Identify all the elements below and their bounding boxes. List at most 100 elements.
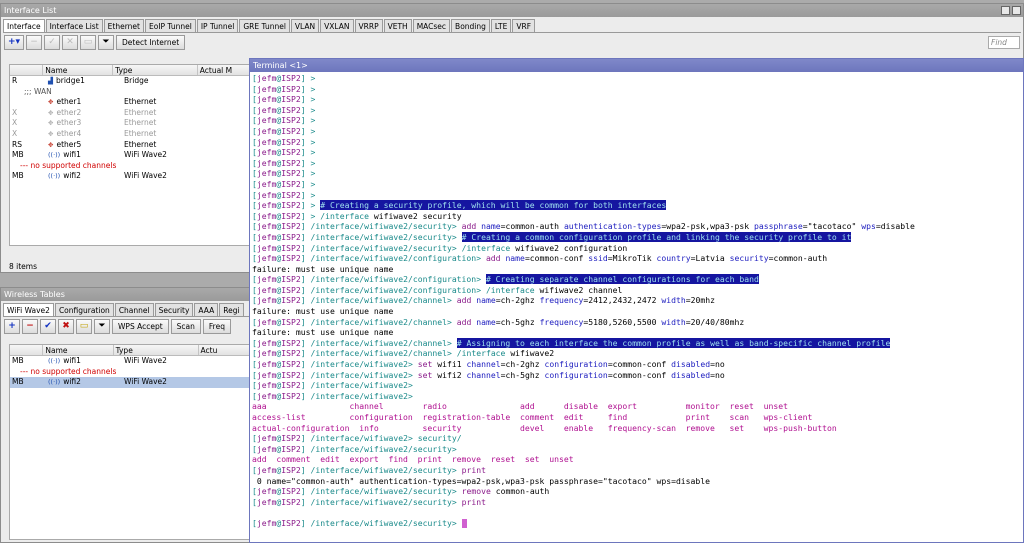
tab-gre-tunnel[interactable]: GRE Tunnel (239, 19, 290, 32)
tab-vlan[interactable]: VLAN (290, 19, 320, 32)
tab-macsec[interactable]: MACsec (412, 19, 451, 32)
comment-icon[interactable]: ▭ (80, 35, 96, 50)
prompt-bracket: ] (300, 359, 311, 370)
filter-icon[interactable]: ⏷ (98, 35, 114, 50)
prompt-host: ISP2 (281, 337, 301, 348)
terminal-line: [jefm@ISP2] /interface/wifiwave2/securit… (252, 518, 1023, 529)
command-text: security/ (418, 433, 462, 443)
remove-icon[interactable]: − (22, 319, 38, 334)
command-text: add name=common-auth authentication-type… (462, 221, 915, 231)
column-header[interactable] (10, 345, 44, 355)
column-header[interactable]: Name (43, 65, 114, 75)
prompt-user: jefm (256, 253, 277, 264)
tab-vrrp[interactable]: VRRP (354, 19, 383, 32)
prompt-symbol: > (407, 380, 418, 391)
table-row[interactable]: X ✥ ether2 Ethernet (10, 108, 253, 119)
argument-name: width (661, 316, 686, 327)
terminal-output[interactable]: [jefm@ISP2] > [jefm@ISP2] > [jefm@ISP2] … (250, 72, 1023, 529)
prompt-path: /interface/wifiwave2/configuration (310, 253, 477, 264)
terminal-line: [jefm@ISP2] > (252, 179, 1023, 190)
prompt-host: ISP2 (281, 359, 301, 370)
wps-accept-button[interactable]: WPS Accept (112, 319, 169, 334)
disable-icon[interactable]: ✕ (62, 35, 78, 50)
prompt-host: ISP2 (281, 83, 301, 94)
column-header[interactable]: Name (43, 345, 114, 355)
table-row[interactable]: R ▟ bridge1 Bridge (10, 76, 253, 87)
prompt-user: jefm (256, 147, 277, 158)
row-name: ✥ ether2 (48, 107, 82, 117)
terminal-line: failure: must use unique name (252, 264, 1023, 275)
column-header[interactable]: Type (113, 65, 198, 75)
table-row[interactable]: MB ((·)) wifi2 WiFi Wave2 (10, 377, 253, 388)
prompt-symbol: > (310, 83, 321, 94)
terminal-cursor[interactable] (461, 518, 467, 528)
terminal-window[interactable]: Terminal <1> [jefm@ISP2] > [jefm@ISP2] >… (249, 58, 1024, 543)
tab-bonding[interactable]: Bonding (451, 19, 490, 32)
detect-internet-button[interactable]: Detect Internet (116, 35, 186, 50)
prompt-host: ISP2 (281, 486, 301, 497)
enable-icon[interactable]: ✔ (40, 319, 56, 334)
tab-regi[interactable]: Regi (219, 303, 244, 316)
tab-wifi-wave2[interactable]: WiFi Wave2 (3, 303, 54, 316)
prompt-symbol: > (451, 486, 462, 497)
tab-veth[interactable]: VETH (383, 19, 412, 32)
tab-ethernet[interactable]: Ethernet (103, 19, 144, 32)
table-row[interactable]: MB ((·)) wifi1 WiFi Wave2 (10, 150, 253, 161)
tab-configuration[interactable]: Configuration (54, 303, 114, 316)
tab-interface[interactable]: Interface (3, 19, 45, 32)
table-row[interactable]: MB ((·)) wifi1 WiFi Wave2 (10, 356, 253, 367)
prompt-user: jefm (256, 443, 277, 454)
tab-interface-list[interactable]: Interface List (45, 19, 103, 32)
prompt-symbol: > (451, 231, 462, 242)
tab-vrf[interactable]: VRF (512, 19, 536, 32)
command-output: failure: must use unique name (252, 327, 394, 338)
scan-button[interactable]: Scan (170, 319, 201, 334)
comment-icon[interactable]: ▭ (76, 319, 92, 334)
prompt-host: ISP2 (281, 115, 301, 126)
remove-icon[interactable]: − (26, 35, 42, 50)
prompt-host: ISP2 (281, 390, 301, 401)
terminal-titlebar[interactable]: Terminal <1> (250, 59, 1023, 72)
column-header[interactable]: Actu (199, 345, 253, 355)
filter-icon[interactable]: ⏷ (94, 319, 110, 334)
table-row[interactable]: MB ((·)) wifi2 WiFi Wave2 (10, 171, 253, 182)
wireless-titlebar[interactable]: Wireless Tables (1, 288, 253, 301)
argument-value: =Latvia (690, 253, 725, 264)
add-icon[interactable]: +▾ (4, 35, 24, 50)
tab-channel[interactable]: Channel (114, 303, 154, 316)
terminal-line: [jefm@ISP2] > (252, 94, 1023, 105)
table-row[interactable]: X ✥ ether4 Ethernet (10, 129, 253, 140)
prompt-host: ISP2 (281, 274, 301, 285)
wireless-tabs: WiFi Wave2 Configuration Channel Security AA… (3, 303, 251, 317)
tab-eoip-tunnel[interactable]: EoIP Tunnel (144, 19, 196, 32)
bridge-icon: ▟ (48, 77, 53, 85)
tab-ip-tunnel[interactable]: IP Tunnel (196, 19, 239, 32)
interface-list-titlebar[interactable]: Interface List (1, 4, 1023, 17)
tab-lte[interactable]: LTE (490, 19, 512, 32)
tab-vxlan[interactable]: VXLAN (320, 19, 354, 32)
close-icon[interactable] (1012, 6, 1021, 15)
table-row[interactable]: ✥ ether1 Ethernet (10, 97, 253, 108)
table-row[interactable]: RS ✥ ether5 Ethernet (10, 140, 253, 151)
table-row[interactable]: X ✥ ether3 Ethernet (10, 118, 253, 129)
terminal-line: failure: must use unique name (252, 306, 1023, 317)
prompt-symbol: > (310, 189, 321, 200)
column-header[interactable]: Actual M (198, 65, 253, 75)
enable-icon[interactable]: ✓ (44, 35, 60, 50)
prompt-host: ISP2 (281, 517, 301, 528)
column-header[interactable] (10, 65, 44, 75)
terminal-line: [jefm@ISP2] > (252, 126, 1023, 137)
tab-security[interactable]: Security (154, 303, 194, 316)
row-type: Ethernet (124, 139, 157, 149)
restore-icon[interactable] (1001, 6, 1010, 15)
freq-button[interactable]: Freq (202, 319, 231, 334)
prompt-symbol: > (310, 178, 321, 189)
column-header[interactable]: Type (114, 345, 199, 355)
argument-name: configuration (544, 359, 608, 370)
disable-icon[interactable]: ✖ (58, 319, 74, 334)
find-input[interactable]: Find (988, 36, 1020, 49)
add-icon[interactable]: + (4, 319, 20, 334)
tab-aaa[interactable]: AAA (194, 303, 219, 316)
ethernet-icon: ✥ (48, 119, 54, 128)
prompt-bracket: ] (300, 231, 311, 242)
